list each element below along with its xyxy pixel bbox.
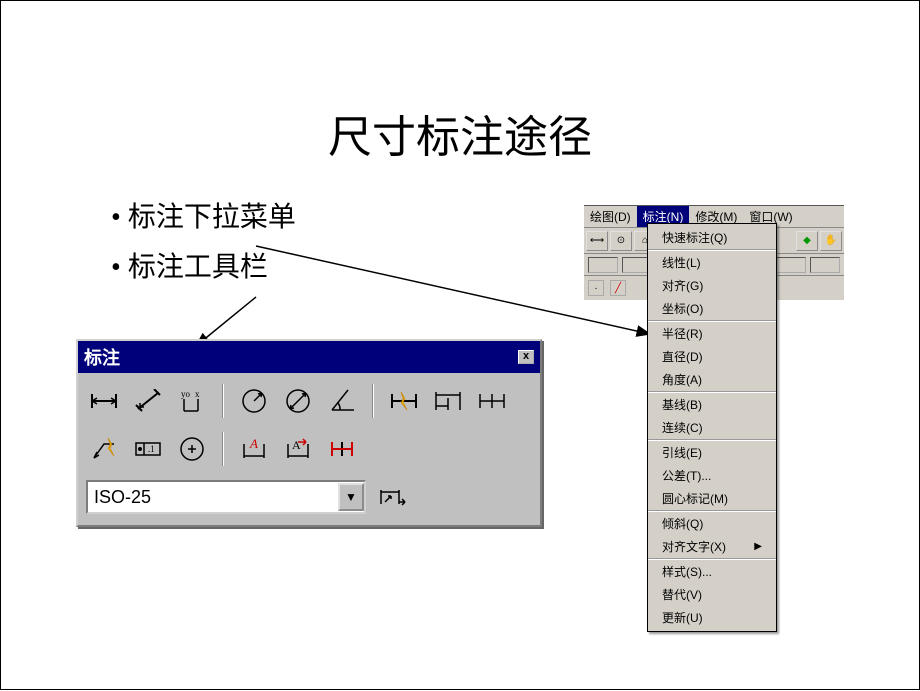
svg-text:A: A [249,436,258,451]
tool-icon[interactable]: ⟷ [586,231,608,251]
menu-item-ordinate[interactable]: 坐标(O) [648,297,776,320]
dim-update-icon[interactable] [374,479,410,515]
svg-text:x: x [195,389,200,399]
aligned-dim-icon[interactable] [130,383,166,419]
draw-tool-icon[interactable]: · [588,280,604,296]
menu-item-style[interactable]: 样式(S)... [648,560,776,583]
dimension-toolbar-window: 标注 x yox [76,339,542,527]
svg-text:.1: .1 [148,444,155,454]
tolerance-icon[interactable]: .1 [130,431,166,467]
toolbar-title: 标注 [84,344,120,370]
menu-item-baseline[interactable]: 基线(B) [648,393,776,416]
dropdown-arrow-icon[interactable]: ▼ [338,483,364,511]
radius-dim-icon[interactable] [236,383,272,419]
panel-segment [776,257,806,273]
separator [222,384,224,418]
panel-segment [588,257,618,273]
separator [372,384,374,418]
submenu-arrow-icon: ▶ [754,541,762,552]
menu-item-continue[interactable]: 连续(C) [648,416,776,439]
angular-dim-icon[interactable] [324,383,360,419]
menu-item-aligned[interactable]: 对齐(G) [648,274,776,297]
center-mark-icon[interactable] [174,431,210,467]
panel-segment [810,257,840,273]
dim-style-select[interactable]: ▼ [86,480,366,514]
tool-icon[interactable]: ✋ [820,231,842,251]
menu-draw[interactable]: 绘图(D) [584,206,637,227]
svg-text:A: A [292,438,301,452]
diameter-dim-icon[interactable] [280,383,316,419]
qleader-icon[interactable] [86,431,122,467]
dim-text-edit-icon[interactable]: A [280,431,316,467]
draw-tool-icon[interactable]: ╱ [610,280,626,296]
menu-item-override[interactable]: 替代(V) [648,583,776,606]
close-button[interactable]: x [518,350,534,364]
dimension-dropdown-menu: 快速标注(Q) 线性(L) 对齐(G) 坐标(O) 半径(R) 直径(D) 角度… [647,223,777,632]
dim-override-icon[interactable] [324,431,360,467]
menu-item-linear[interactable]: 线性(L) [648,251,776,274]
menu-item-leader[interactable]: 引线(E) [648,441,776,464]
menu-item-radius[interactable]: 半径(R) [648,322,776,345]
svg-text:yo: yo [181,389,191,399]
dim-edit-icon[interactable]: A [236,431,272,467]
menu-item-angle[interactable]: 角度(A) [648,368,776,391]
toolbar-titlebar[interactable]: 标注 x [78,341,540,373]
menu-item-align-text[interactable]: 对齐文字(X)▶ [648,535,776,558]
linear-dim-icon[interactable] [86,383,122,419]
quick-dim-icon[interactable] [386,383,422,419]
tool-icon[interactable]: ⊙ [610,231,632,251]
menu-item-quick-dim[interactable]: 快速标注(Q) [648,226,776,249]
menu-item-center-mark[interactable]: 圆心标记(M) [648,487,776,510]
menu-item-tolerance[interactable]: 公差(T)... [648,464,776,487]
continue-dim-icon[interactable] [474,383,510,419]
menu-item-update[interactable]: 更新(U) [648,606,776,629]
slide-title: 尺寸标注途径 [61,101,859,165]
baseline-dim-icon[interactable] [430,383,466,419]
ordinate-dim-icon[interactable]: yox [174,383,210,419]
dim-style-input[interactable] [88,485,338,510]
menu-item-diameter[interactable]: 直径(D) [648,345,776,368]
tool-icon[interactable]: ◆ [796,231,818,251]
separator [222,432,224,466]
menu-item-oblique[interactable]: 倾斜(Q) [648,512,776,535]
app-menubar-area: 绘图(D) 标注(N) 修改(M) 窗口(W) ⟷ ⊙ ⌂ ◆ ✋ · ╱ 快速… [584,205,844,300]
